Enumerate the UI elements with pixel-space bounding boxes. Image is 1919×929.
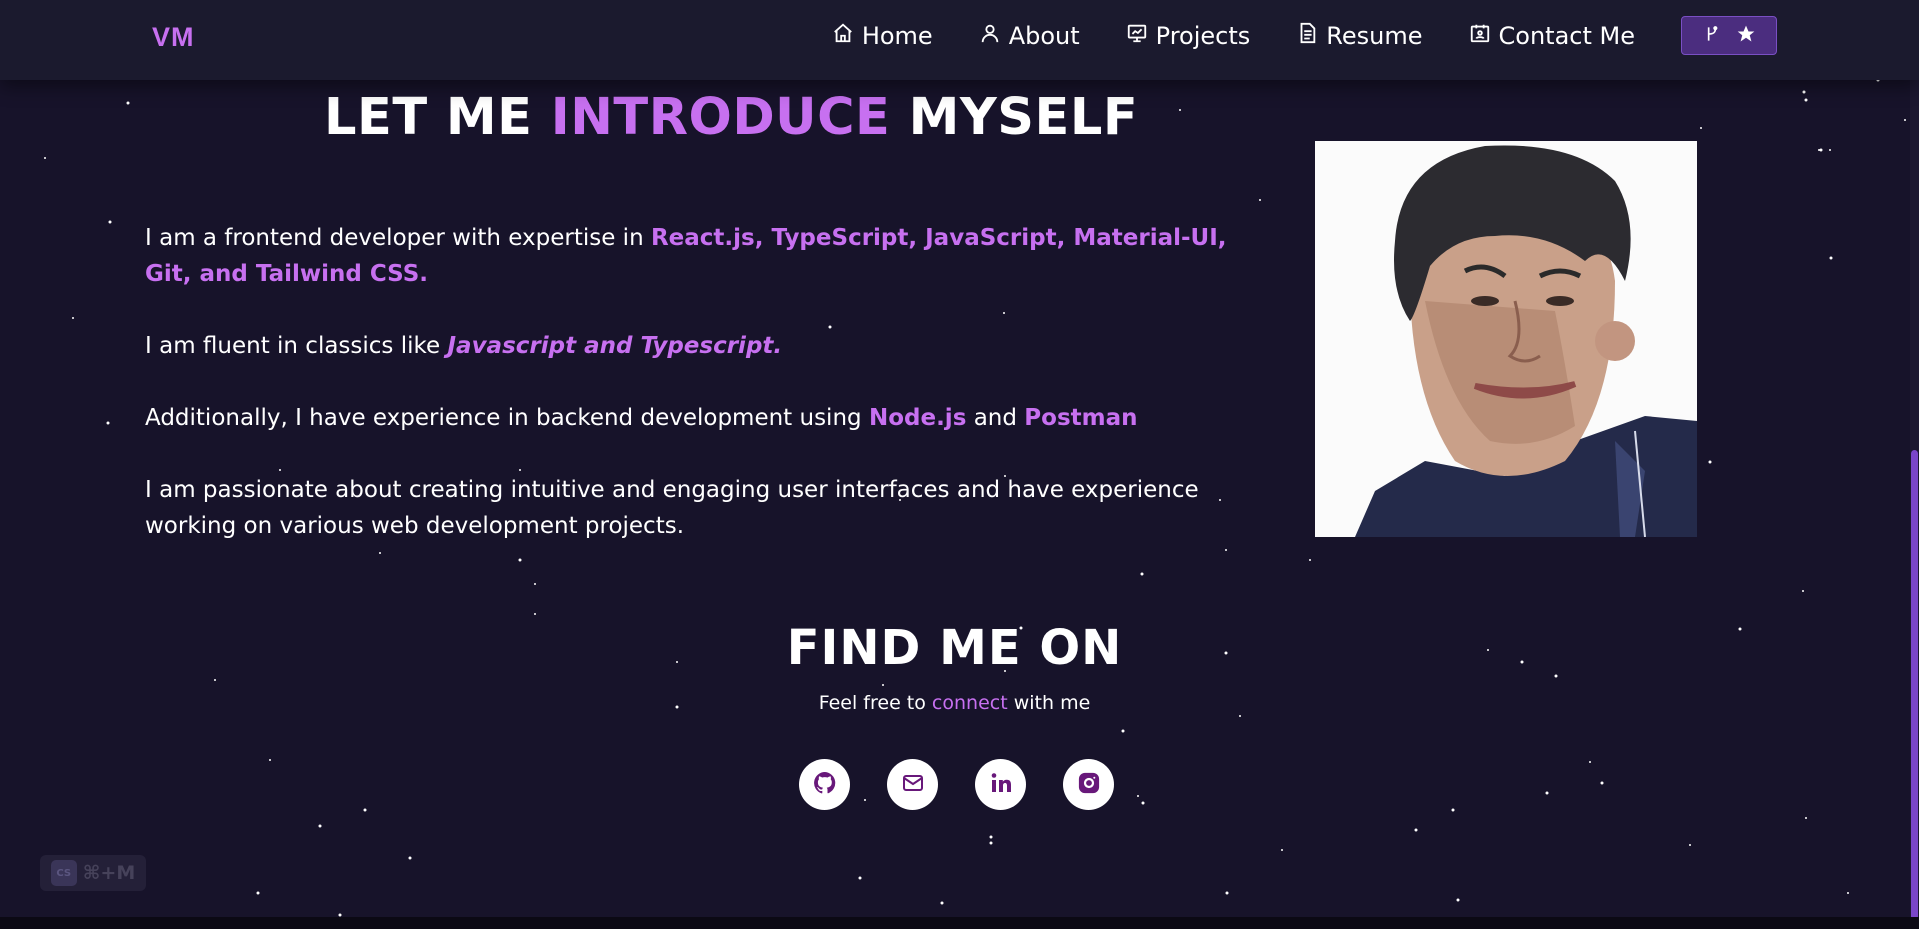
nav-home[interactable]: Home [832,17,933,55]
scrollbar-thumb[interactable] [1911,450,1918,920]
find-sub-after: with me [1013,692,1091,714]
nav-about[interactable]: About [979,17,1080,55]
instagram-icon [1077,771,1101,799]
github-icon [813,771,837,799]
email-link[interactable] [887,759,938,810]
star-icon [1736,24,1756,48]
nav-projects-label: Projects [1155,21,1251,50]
github-star-button[interactable] [1681,16,1777,55]
bio-paragraph-languages: I am fluent in classics like Javascript … [145,328,1245,364]
navbar: VM Home About Projects Resume Contact Me [0,0,1919,80]
presentation-icon [1126,22,1148,50]
find-sub-highlight: connect [931,692,1008,714]
nav-links: Home About Projects Resume Contact Me [786,16,1777,55]
user-icon [979,22,1001,50]
bio-paragraph-passion: I am passionate about creating intuitive… [145,472,1245,544]
nav-about-label: About [1008,21,1080,50]
bio-p3-highlight-node: Node.js [868,405,967,431]
find-me-heading: FIND ME ON [786,620,1123,676]
document-icon [1296,22,1318,50]
nav-contact[interactable]: Contact Me [1469,17,1635,55]
bio-p3-highlight-postman: Postman [1024,405,1138,431]
social-links [799,759,1114,810]
avatar [1315,141,1697,537]
bottom-edge [0,917,1919,929]
find-sub-before: Feel free to [818,692,926,714]
calendar-contact-icon [1469,22,1491,50]
intro-heading: LET ME INTRODUCE MYSELF [324,88,1138,147]
linkedin-link[interactable] [975,759,1026,810]
bio-p1-text: I am a frontend developer with expertise… [145,225,644,251]
intro-heading-highlight: INTRODUCE [550,88,891,147]
bio-paragraph-backend: Additionally, I have experience in backe… [145,400,1245,436]
cs-badge: CS [50,860,77,886]
bio-p3-text: Additionally, I have experience in backe… [145,405,862,431]
git-fork-icon [1702,24,1722,48]
intro-heading-part2: MYSELF [908,88,1139,147]
bio-text: I am a frontend developer with expertise… [145,220,1245,580]
bio-paragraph-skills: I am a frontend developer with expertise… [145,220,1245,292]
scrollbar[interactable] [1910,0,1919,929]
instagram-link[interactable] [1063,759,1114,810]
find-me-subtitle: Feel free to connect with me [0,692,1909,714]
bio-p4-text: I am passionate about creating intuitive… [145,477,1199,539]
nav-projects[interactable]: Projects [1126,17,1251,55]
github-link[interactable] [799,759,850,810]
home-icon [832,22,854,50]
bio-p2-text: I am fluent in classics like [145,333,441,359]
bio-p3-and: and [973,405,1017,431]
shortcut-keys: ⌘+M [82,862,136,884]
linkedin-icon [989,771,1013,799]
nav-resume[interactable]: Resume [1296,17,1423,55]
nav-resume-label: Resume [1326,21,1423,50]
nav-home-label: Home [861,21,933,50]
site-logo[interactable]: VM [152,22,195,53]
shortcut-hint[interactable]: CS ⌘+M [40,855,146,891]
nav-contact-label: Contact Me [1498,21,1635,50]
bio-p2-highlight: Javascript and Typescript. [447,333,783,359]
intro-heading-part1: LET ME [324,88,533,147]
mail-icon [901,771,925,799]
